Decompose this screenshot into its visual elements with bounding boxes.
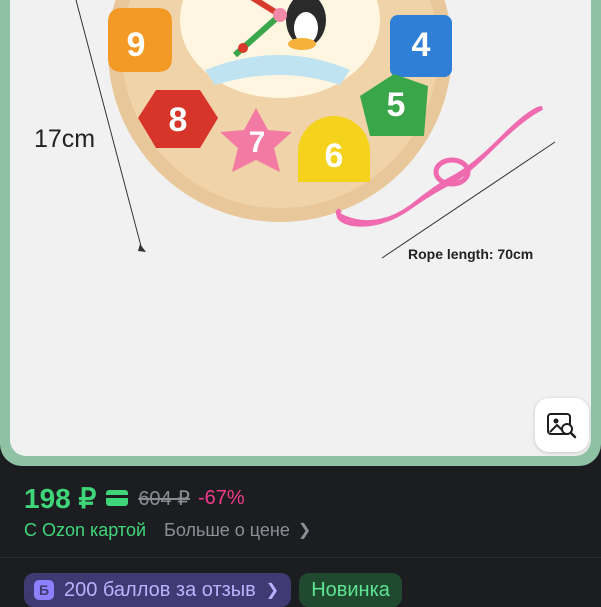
- image-search-button[interactable]: [535, 398, 589, 452]
- ozon-card-note: С Ozon картой: [24, 519, 147, 540]
- clock-hand-center: [273, 8, 287, 22]
- svg-text:6: 6: [325, 137, 344, 175]
- discount-percent: -67%: [197, 486, 245, 509]
- review-points-badge[interactable]: Б 200 баллов за отзыв ❯: [24, 573, 292, 607]
- badges-row: Б 200 баллов за отзыв ❯ Новинка: [24, 573, 402, 607]
- chevron-right-icon: ❯: [265, 582, 280, 599]
- price-subrow: С Ozon картой Больше о цене ❯: [24, 517, 311, 543]
- more-price-link[interactable]: Больше о цене ❯: [164, 520, 311, 541]
- image-search-icon: [547, 413, 577, 439]
- product-photo: 9 4 8 5 7 6: [75, 0, 556, 259]
- new-badge-label: Новинка: [311, 578, 390, 601]
- svg-text:8: 8: [169, 101, 188, 139]
- more-price-label: Больше о цене: [164, 519, 290, 540]
- svg-text:7: 7: [249, 126, 266, 159]
- old-price: 604 ₽: [138, 487, 190, 510]
- svg-text:5: 5: [387, 86, 406, 124]
- svg-text:4: 4: [412, 26, 431, 64]
- divider: [0, 557, 601, 558]
- product-image-card[interactable]: 9 4 8 5 7 6 17cm Rope length: 70cm: [0, 0, 601, 466]
- review-points-label: 200 баллов за отзыв: [64, 578, 256, 601]
- penguin-feet: [288, 38, 316, 50]
- points-icon: Б: [34, 580, 54, 600]
- size-label: 17cm: [34, 125, 96, 153]
- dimension-arrow: [138, 244, 146, 252]
- product-image[interactable]: 9 4 8 5 7 6 17cm Rope length: 70cm: [10, 0, 591, 456]
- clock-dot: [238, 43, 248, 53]
- price-row: 198 ₽ 604 ₽ -67%: [24, 480, 245, 516]
- new-badge: Новинка: [299, 573, 402, 607]
- svg-text:9: 9: [127, 26, 146, 64]
- chevron-right-icon: ❯: [297, 522, 312, 539]
- ozon-card-icon: [106, 490, 129, 506]
- current-price: 198 ₽: [24, 482, 97, 514]
- rope-length-label: Rope length: 70cm: [408, 246, 534, 262]
